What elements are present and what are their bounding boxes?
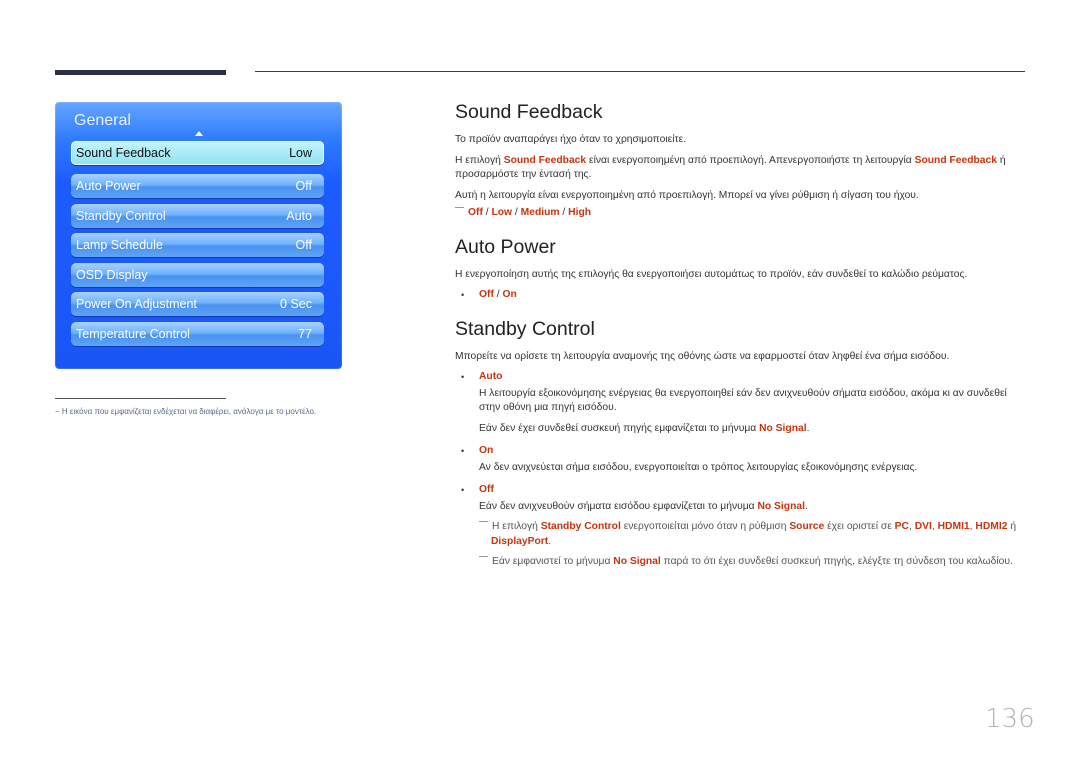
osd-item-label: Standby Control [76,209,166,223]
osd-item-value: Off [295,238,312,252]
option-off: Off [479,484,494,495]
osd-item-label: Power On Adjustment [76,297,197,311]
osd-item-value: Low [289,146,312,160]
osd-item-lamp-schedule[interactable]: Lamp Schedule Off [71,233,324,257]
section-title: Auto Power [455,235,556,258]
osd-item-value: 77 [298,327,312,341]
osd-menu-panel: General Sound Feedback Low Auto Power Of… [55,102,342,369]
paragraph: Η λειτουργία εξοικονόμησης ενέργειας θα … [479,387,1007,414]
text: ενεργοποιείται μόνο όταν η ρύθμιση [620,521,790,532]
header-rule-thick [55,70,226,75]
highlight-term: No Signal [759,422,807,434]
text: . [804,500,808,512]
highlight-term: Sound Feedback [503,154,587,166]
text: . [806,422,810,434]
options-bullet: Off / On [455,288,1025,303]
text: είναι ενεργοποιημένη από προεπιλογή. Απε… [586,154,915,166]
text: Η επιλογή [492,521,541,532]
text: Εάν δεν έχει συνδεθεί συσκευή πηγής εμφα… [479,422,760,434]
highlight-term: DVI [914,521,932,532]
option-medium: Medium [520,207,560,218]
paragraph: Μπορείτε να ορίσετε τη λειτουργία αναμον… [455,350,950,362]
option-on: On [502,289,517,300]
highlight-term: HDMI2 [975,521,1008,532]
paragraph: Εάν δεν έχει συνδεθεί συσκευή πηγής εμφα… [455,422,1025,437]
text: Εάν εμφανιστεί το μήνυμα [492,556,614,567]
osd-item-label: OSD Display [76,268,148,282]
note-dash-icon [479,521,488,522]
osd-item-standby-control[interactable]: Standby Control Auto [71,204,324,228]
section-auto-power: Auto Power Η ενεργοποίηση αυτής της επιλ… [455,235,1025,303]
text: Εάν δεν ανιχνευθούν σήματα εισόδου εμφαν… [479,500,758,512]
text: . [548,535,552,547]
note-standby-source: Η επιλογή Standby Control ενεργοποιείται… [455,520,1025,549]
osd-item-value: Off [295,179,312,193]
header-rule-thin [255,71,1025,72]
note-no-signal: Εάν εμφανιστεί το μήνυμα No Signal παρά … [455,555,1025,570]
osd-item-label: Temperature Control [76,327,190,341]
highlight-term: PC [894,521,909,532]
paragraph: Αυτή η λειτουργία είναι ενεργοποιημένη α… [455,189,919,201]
osd-item-label: Sound Feedback [76,146,171,160]
paragraph: Εάν δεν ανιχνευθούν σήματα εισόδου εμφαν… [455,500,1025,515]
section-standby-control: Standby Control Μπορείτε να ορίσετε τη λ… [455,317,1025,570]
option-low: Low [491,207,513,218]
option-off: Off [479,289,494,300]
highlight-term: HDMI1 [937,521,970,532]
option-on: On [479,445,494,456]
osd-item-label: Lamp Schedule [76,238,163,252]
page-number: 136 [985,704,1035,734]
osd-item-value: Auto [286,209,312,223]
osd-item-sound-feedback[interactable]: Sound Feedback Low [71,141,324,165]
paragraph: Αν δεν ανιχνεύεται σήμα εισόδου, ενεργοπ… [479,461,918,473]
separator: / [512,207,521,218]
footnote-rule [55,398,226,399]
highlight-term: Source [789,521,825,532]
highlight-term: No Signal [613,556,661,567]
options-note: Off / Low / Medium / High [455,206,1025,221]
osd-item-power-on-adjustment[interactable]: Power On Adjustment 0 Sec [71,292,324,316]
paragraph: Η επιλογή Sound Feedback είναι ενεργοποι… [455,154,1025,183]
option-on-bullet: On [455,444,1025,459]
separator: / [559,207,569,218]
note-dash-icon [479,556,488,557]
osd-item-auto-power[interactable]: Auto Power Off [71,174,324,198]
section-sound-feedback: Sound Feedback Το προϊόν αναπαράγει ήχο … [455,100,1025,221]
option-off: Off [468,207,483,218]
text: ή [1007,521,1017,532]
highlight-term: Sound Feedback [914,154,997,166]
highlight-term: No Signal [757,500,805,512]
text: παρά το ότι έχει συνδεθεί συσκευή πηγής,… [660,556,1013,567]
option-auto: Auto [479,371,503,382]
text: έχει οριστεί σε [824,521,895,532]
osd-item-temperature-control[interactable]: Temperature Control 77 [71,322,324,346]
text: Η επιλογή [455,154,504,166]
image-disclaimer-footnote: − Η εικόνα που εμφανίζεται ενδέχεται να … [55,407,317,416]
content-column: Sound Feedback Το προϊόν αναπαράγει ήχο … [455,100,1025,576]
highlight-term: Standby Control [540,521,621,532]
paragraph: Το προϊόν αναπαράγει ήχο όταν το χρησιμο… [455,134,687,145]
osd-item-osd-display[interactable]: OSD Display [71,263,324,287]
osd-menu-title: General [74,112,131,129]
note-dash-icon [455,207,464,208]
option-auto-bullet: Auto [455,370,1025,385]
osd-item-label: Auto Power [76,179,141,193]
option-high: High [568,207,592,218]
section-title: Standby Control [455,317,595,340]
scroll-up-arrow-icon [195,131,203,136]
paragraph: Η ενεργοποίηση αυτής της επιλογής θα ενε… [455,268,968,280]
section-title: Sound Feedback [455,101,603,123]
highlight-term: DisplayPort [491,535,549,547]
osd-item-value: 0 Sec [280,297,312,311]
option-off-bullet: Off [455,483,1025,498]
